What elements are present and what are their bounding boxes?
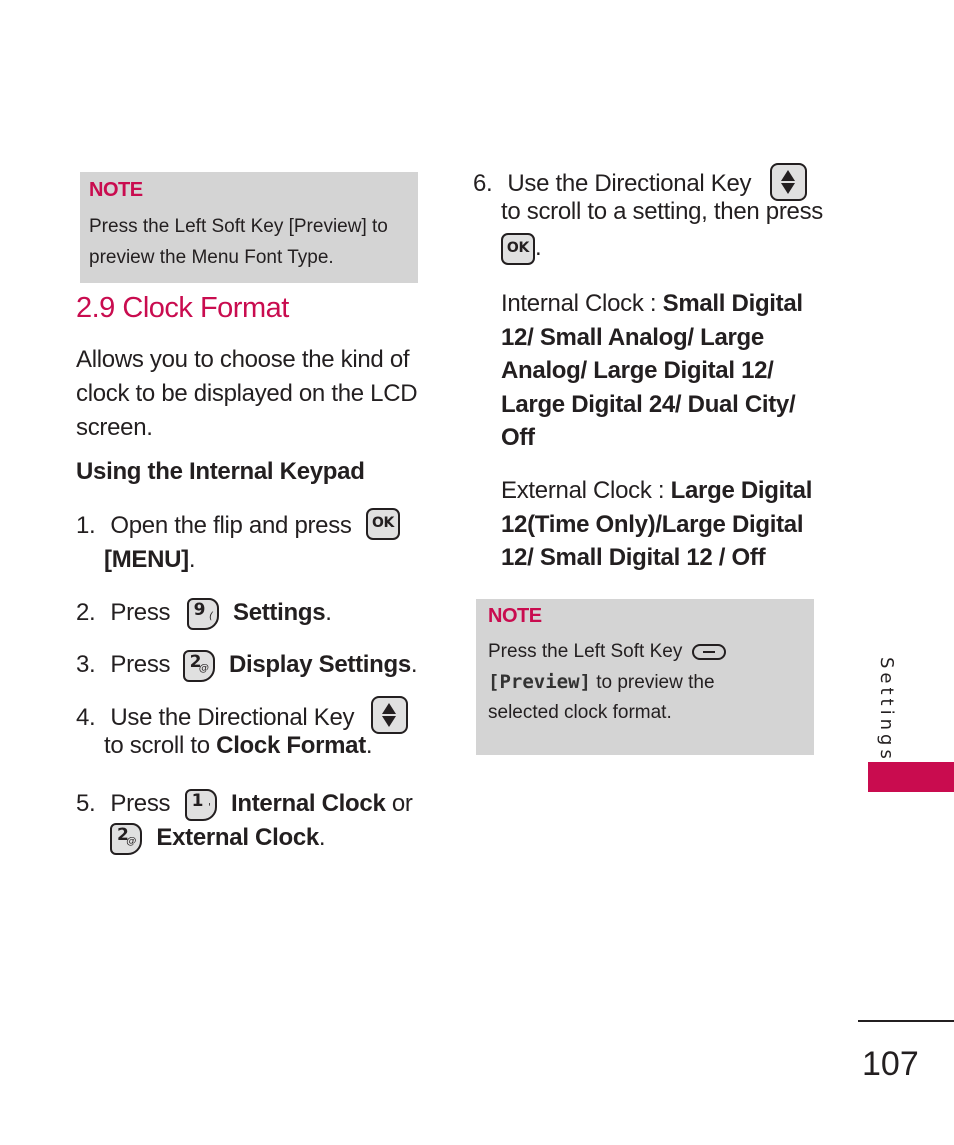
step-number: 5. bbox=[76, 790, 96, 817]
option-line: Analog/ Large Digital 12/ bbox=[501, 357, 774, 384]
section-description: Allows you to choose the kind of clock t… bbox=[76, 343, 418, 445]
note-line: Press the Left Soft Key [Preview] to bbox=[89, 216, 388, 237]
step-number: 2. bbox=[76, 599, 96, 626]
option-line: 12/ Small Digital 12 / Off bbox=[501, 544, 766, 571]
step-text: Open the flip and press bbox=[110, 512, 352, 539]
step-2: 2. Press 9 ( Settings. bbox=[76, 596, 332, 630]
step-bold: Internal Clock bbox=[230, 790, 386, 817]
note-box-clock-preview: NOTE Press the Left Soft Key [Preview] t… bbox=[476, 599, 814, 755]
step-bold: Display Settings bbox=[228, 651, 411, 678]
number-9-key-icon: 9 ( bbox=[186, 597, 219, 630]
side-tab-label: Settings bbox=[876, 657, 897, 763]
step-bold: Settings bbox=[232, 599, 326, 626]
step-bold: External Clock bbox=[156, 824, 319, 851]
description-line: screen. bbox=[76, 414, 153, 441]
number-2-key-icon: 2 @ bbox=[110, 822, 142, 855]
key-symbol: @ bbox=[198, 662, 209, 674]
step-text: Use the Directional Key bbox=[507, 170, 752, 197]
step-or: or bbox=[391, 790, 413, 817]
description-line: Allows you to choose the kind of bbox=[76, 346, 410, 373]
external-clock-label: External Clock : bbox=[501, 477, 671, 504]
note-text: Press the Left Soft Key bbox=[488, 641, 683, 662]
step-end: . bbox=[325, 599, 332, 626]
step-number: 1. bbox=[76, 512, 96, 539]
ok-key-icon: OK bbox=[366, 507, 401, 540]
arrow-down-icon bbox=[781, 182, 796, 194]
step-5: 5. Press 1 ' Internal Clock or 2 @ Exter… bbox=[76, 787, 413, 855]
page-number: 107 bbox=[862, 1045, 919, 1083]
note-title: NOTE bbox=[488, 605, 542, 627]
arrow-up-icon bbox=[781, 169, 796, 181]
key-digit: 9 bbox=[193, 599, 206, 620]
step-number: 4. bbox=[76, 704, 96, 731]
step-number: 6. bbox=[473, 170, 493, 197]
option-line: Small Digital bbox=[662, 290, 803, 317]
step-end: . bbox=[188, 546, 196, 573]
ok-key-icon: OK bbox=[501, 232, 535, 265]
note-title: NOTE bbox=[89, 179, 143, 201]
external-clock-options: External Clock : Large Digital 12(Time O… bbox=[501, 474, 812, 575]
step-bold: [MENU] bbox=[104, 546, 189, 573]
note-line: Press the Left Soft Key bbox=[488, 636, 726, 667]
note-line: selected clock format. bbox=[488, 702, 672, 723]
key-symbol: ( bbox=[209, 610, 213, 622]
option-line: Off bbox=[501, 424, 535, 451]
description-line: clock to be displayed on the LCD bbox=[76, 380, 418, 407]
step-3: 3. Press 2 @ Display Settings. bbox=[76, 648, 418, 682]
arrow-up-icon bbox=[382, 702, 397, 714]
option-line: Large Digital bbox=[670, 477, 813, 504]
step-text: Use the Directional Key bbox=[110, 704, 355, 731]
note-text: to preview the bbox=[590, 672, 715, 693]
preview-label: [Preview] bbox=[488, 671, 591, 693]
note-box-font-type: NOTE Press the Left Soft Key [Preview] t… bbox=[80, 172, 418, 283]
number-1-key-icon: 1 ' bbox=[184, 788, 217, 821]
option-line: 12/ Small Analog/ Large bbox=[501, 323, 764, 351]
directional-key-icon bbox=[769, 162, 807, 201]
internal-clock-options: Internal Clock : Small Digital 12/ Small… bbox=[501, 287, 803, 455]
step-1: 1. Open the flip and press OK [MENU]. bbox=[76, 507, 401, 577]
step-text: Press bbox=[110, 651, 171, 678]
step-end: . bbox=[535, 234, 542, 261]
arrow-down-icon bbox=[382, 715, 397, 727]
section-title: 2.9 Clock Format bbox=[76, 292, 289, 324]
step-text-line2: to scroll to a setting, then press bbox=[501, 198, 823, 225]
step-text: Press bbox=[110, 599, 171, 626]
note-line: [Preview] to preview the bbox=[488, 667, 715, 698]
number-2-key-icon: 2 @ bbox=[182, 649, 215, 682]
step-end: . bbox=[410, 651, 418, 678]
step-6: 6. Use the Directional Key to scroll to … bbox=[473, 162, 823, 265]
step-4: 4. Use the Directional Key to scroll to … bbox=[76, 695, 408, 763]
directional-key-icon bbox=[370, 695, 408, 734]
step-text: Press bbox=[110, 790, 171, 817]
step-text-line2: to scroll to bbox=[104, 732, 210, 759]
step-end: . bbox=[365, 732, 373, 759]
side-tab-marker bbox=[868, 762, 954, 792]
key-symbol: @ bbox=[126, 835, 136, 847]
step-bold: Clock Format bbox=[216, 732, 366, 759]
step-end: . bbox=[318, 824, 326, 851]
note-line: preview the Menu Font Type. bbox=[89, 247, 334, 268]
key-symbol: ' bbox=[208, 801, 211, 813]
key-digit: 1 bbox=[191, 790, 204, 811]
left-soft-key-icon bbox=[691, 643, 726, 660]
option-line: Large Digital 24/ Dual City/ bbox=[501, 390, 796, 418]
step-number: 3. bbox=[76, 651, 96, 678]
subheading-internal-keypad: Using the Internal Keypad bbox=[76, 458, 365, 485]
footer-rule bbox=[858, 1020, 954, 1022]
option-line: 12(Time Only)/Large Digital bbox=[501, 510, 804, 538]
internal-clock-label: Internal Clock : bbox=[501, 290, 663, 317]
